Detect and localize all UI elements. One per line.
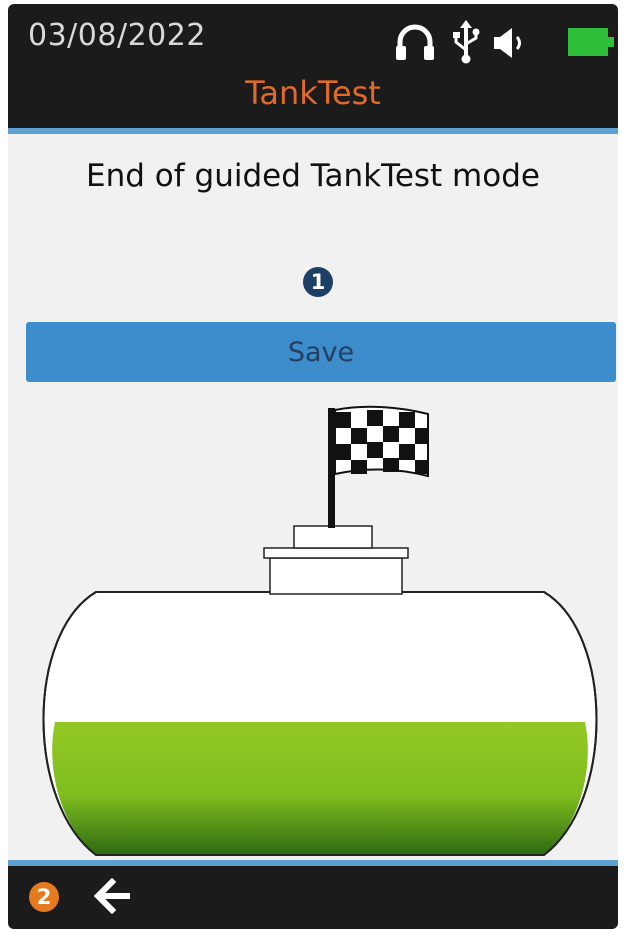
- device-screen: 03/08/2022 TankTest End of guided TankTe…: [8, 4, 618, 929]
- callout-marker-2: 2: [29, 882, 59, 912]
- page-title: TankTest: [245, 74, 381, 112]
- main-content: End of guided TankTest mode 1 Save: [8, 134, 618, 860]
- battery-icon: [568, 28, 614, 56]
- usb-icon: [453, 20, 480, 64]
- callout-marker-1: 1: [303, 267, 333, 297]
- date-display: 03/08/2022: [28, 18, 206, 53]
- save-button[interactable]: Save: [26, 322, 616, 382]
- tank-illustration: [42, 405, 598, 856]
- speaker-icon: [494, 28, 521, 58]
- status-icons: [392, 18, 618, 68]
- tank-manhole: [269, 557, 403, 595]
- mode-end-heading: End of guided TankTest mode: [86, 158, 540, 194]
- bottom-bar: 2: [8, 866, 618, 929]
- checkered-flag-icon: [334, 405, 429, 478]
- back-arrow-icon[interactable]: [92, 878, 132, 914]
- status-bar: 03/08/2022: [8, 4, 618, 74]
- headphones-icon: [396, 24, 434, 60]
- liquid-level: [52, 722, 588, 855]
